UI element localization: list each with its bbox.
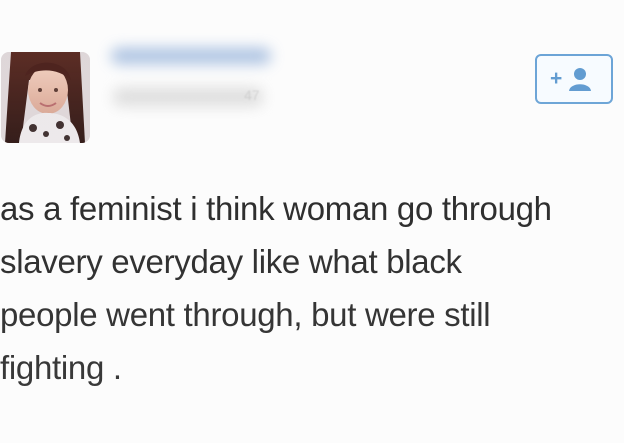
tweet-card: 47 + as a feminist i think woman go thro… [0, 0, 624, 443]
blurred-handle [113, 88, 263, 106]
avatar[interactable] [1, 52, 90, 143]
tweet-line: people went through, but were still [0, 296, 491, 333]
tweet-header: 47 + [0, 0, 624, 150]
blurred-user-name[interactable] [103, 38, 283, 130]
blurred-number: 47 [244, 87, 260, 103]
follow-plus-symbol: + [550, 67, 562, 90]
tweet-line: fighting . [0, 349, 122, 386]
follow-button[interactable]: + [535, 54, 613, 104]
tweet-line: as a feminist i think woman go through [0, 190, 552, 227]
tweet-text: as a feminist i think woman go through s… [0, 182, 624, 394]
blurred-display-name [111, 48, 271, 64]
profile-photo-icon [1, 52, 90, 143]
tweet-line: slavery everyday like what black [0, 243, 462, 280]
add-user-icon: + [550, 67, 591, 91]
